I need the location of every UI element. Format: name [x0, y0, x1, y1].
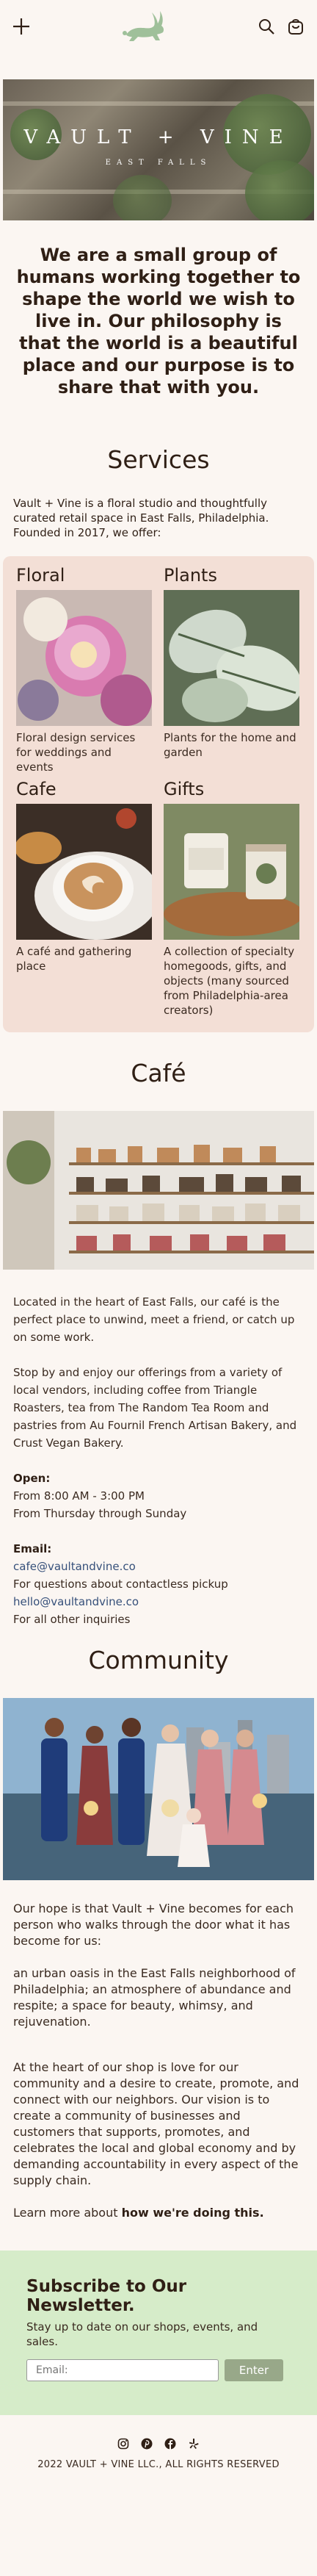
cafe-image: [16, 804, 152, 940]
hero-plant: [245, 160, 314, 220]
community-vision: At the heart of our shop is love for our…: [13, 2060, 299, 2187]
floral-image: [16, 590, 152, 726]
cafe-title: Café: [131, 1059, 186, 1087]
newsletter-email-input[interactable]: [26, 2359, 219, 2381]
service-title: Floral: [16, 565, 65, 586]
rabbit-icon[interactable]: [122, 10, 166, 43]
service-title: Gifts: [164, 779, 205, 799]
cafe-intro: Located in the heart of East Falls, our …: [13, 1295, 295, 1344]
cafe-details: Located in the heart of East Falls, our …: [0, 1270, 317, 1628]
newsletter-form: Enter: [26, 2359, 291, 2381]
community-title: Community: [88, 1646, 229, 1674]
service-title: Plants: [164, 565, 217, 586]
email-label: Email:: [13, 1542, 52, 1555]
search-icon[interactable]: [257, 17, 276, 36]
cafe-contact-block: Email: cafe@vaultandvine.co For question…: [13, 1540, 304, 1628]
service-desc: A collection of specialty homegoods, gif…: [164, 945, 295, 1017]
hero-tagline: EAST FALLS: [105, 159, 212, 167]
service-card-plants[interactable]: Plants Plants for the home and garden: [164, 565, 299, 774]
cafe-shelves-image: [3, 1111, 314, 1270]
hello-email-link[interactable]: hello@vaultandvine.co: [13, 1595, 139, 1608]
cafe-hours-block: Open: From 8:00 AM - 3:00 PM From Thursd…: [13, 1469, 304, 1522]
community-photo: [3, 1698, 314, 1880]
plus-icon[interactable]: [12, 17, 31, 36]
hero-plant: [113, 175, 172, 220]
services-title: Services: [107, 445, 210, 474]
service-card-gifts[interactable]: Gifts A collection of specialty homegood…: [164, 779, 299, 1018]
site-header: [0, 0, 317, 53]
service-desc: A café and gathering place: [16, 945, 132, 973]
learn-more-link[interactable]: how we're doing this.: [122, 2206, 264, 2220]
learn-more: Learn more about how we're doing this.: [13, 2205, 304, 2221]
services-lead: Vault + Vine is a floral studio and thou…: [13, 497, 269, 539]
services-grid: Floral Floral design services for weddin…: [3, 556, 314, 1032]
newsletter-subtitle: Stay up to date on our shops, events, an…: [26, 2320, 258, 2348]
open-days: From Thursday through Sunday: [13, 1507, 187, 1520]
pinterest-icon[interactable]: [140, 2437, 153, 2450]
service-title: Cafe: [16, 779, 57, 799]
hero-banner: VAULT + VINE EAST FALLS: [3, 79, 314, 220]
hero-brand: VAULT + VINE: [23, 126, 294, 148]
newsletter-section: Subscribe to Our Newsletter. Stay up to …: [0, 2251, 317, 2415]
service-desc: Plants for the home and garden: [164, 731, 296, 759]
instagram-icon[interactable]: [117, 2437, 130, 2450]
community-oasis: an urban oasis in the East Falls neighbo…: [13, 1966, 296, 2029]
facebook-icon[interactable]: [164, 2437, 177, 2450]
open-label: Open:: [13, 1472, 51, 1485]
newsletter-enter-button[interactable]: Enter: [225, 2359, 283, 2381]
copyright: 2022 VAULT + VINE LLC., ALL RIGHTS RESER…: [37, 2459, 280, 2470]
hello-email-note: For all other inquiries: [13, 1613, 131, 1626]
shopping-bag-icon[interactable]: [286, 17, 305, 36]
yelp-icon[interactable]: [187, 2437, 200, 2450]
cafe-email-note: For questions about contactless pickup: [13, 1577, 228, 1591]
plants-image: [164, 590, 299, 726]
cafe-email-link[interactable]: cafe@vaultandvine.co: [13, 1560, 136, 1573]
open-hours: From 8:00 AM - 3:00 PM: [13, 1489, 145, 1503]
service-desc: Floral design services for weddings and …: [16, 731, 136, 774]
gifts-image: [164, 804, 299, 940]
intro-statement: We are a small group of humans working t…: [16, 245, 301, 397]
cafe-vendors: Stop by and enjoy our offerings from a v…: [13, 1366, 297, 1450]
page: VAULT + VINE EAST FALLS We are a small g…: [0, 0, 317, 2576]
service-card-cafe[interactable]: Cafe A café and gathering place: [16, 779, 152, 1018]
community-hope: Our hope is that Vault + Vine becomes fo…: [13, 1902, 294, 1948]
learn-more-prefix: Learn more about: [13, 2206, 122, 2220]
newsletter-title: Subscribe to Our Newsletter.: [26, 2277, 187, 2315]
service-card-floral[interactable]: Floral Floral design services for weddin…: [16, 565, 152, 774]
community-details: Our hope is that Vault + Vine becomes fo…: [0, 1880, 317, 2221]
social-links: [0, 2437, 317, 2450]
site-footer: 2022 VAULT + VINE LLC., ALL RIGHTS RESER…: [0, 2415, 317, 2470]
